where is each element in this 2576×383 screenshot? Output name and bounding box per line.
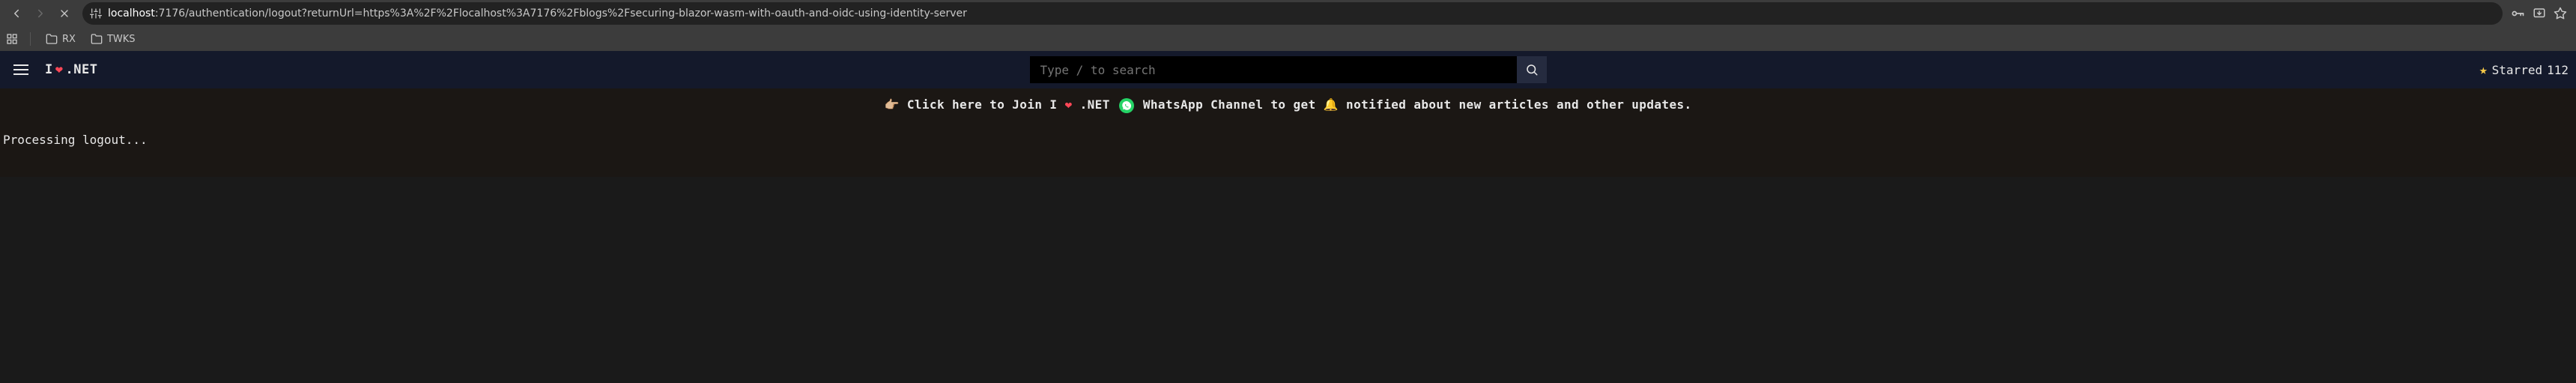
search-icon xyxy=(1525,63,1539,76)
page-content: Processing logout... xyxy=(0,122,2576,177)
starred-button[interactable]: ★ Starred 112 xyxy=(2479,62,2569,78)
banner-text: .NET xyxy=(1080,97,1110,112)
star-icon: ★ xyxy=(2479,62,2488,78)
chrome-right-icons xyxy=(2510,6,2570,21)
bookmark-folder-twks[interactable]: TWKS xyxy=(88,31,139,46)
folder-icon xyxy=(46,33,58,45)
bell-icon: 🔔 xyxy=(1324,97,1339,112)
url-text: localhost:7176/authentication/logout?ret… xyxy=(108,7,2495,19)
address-bar[interactable]: localhost:7176/authentication/logout?ret… xyxy=(82,2,2503,25)
stop-button[interactable] xyxy=(54,3,75,24)
starred-label: Starred xyxy=(2492,63,2542,77)
url-path: :7176/authentication/logout?returnUrl=ht… xyxy=(155,7,967,19)
search-wrap xyxy=(1030,56,1547,83)
banner-text: notified about new articles and other up… xyxy=(1346,97,1692,112)
password-key-icon[interactable] xyxy=(2510,6,2525,21)
banner-text: Click here to Join I xyxy=(907,97,1058,112)
url-host: localhost xyxy=(108,7,155,19)
heart-icon: ❤ xyxy=(55,62,64,77)
brand-prefix: I xyxy=(45,62,53,77)
bookmark-star-icon[interactable] xyxy=(2554,7,2567,20)
whatsapp-banner[interactable]: 👉🏼 Click here to Join I ❤ .NET WhatsApp … xyxy=(0,88,2576,122)
heart-icon: ❤ xyxy=(1065,97,1073,112)
logout-status-text: Processing logout... xyxy=(3,133,148,147)
browser-nav-row: localhost:7176/authentication/logout?ret… xyxy=(0,0,2576,27)
search-input[interactable] xyxy=(1030,56,1517,83)
menu-button[interactable] xyxy=(7,56,34,83)
bookmarks-bar: RX TWKS xyxy=(0,27,2576,51)
bookmark-label: TWKS xyxy=(107,34,136,45)
brand-suffix: .NET xyxy=(66,62,98,77)
install-app-icon[interactable] xyxy=(2533,7,2546,20)
browser-chrome: localhost:7176/authentication/logout?ret… xyxy=(0,0,2576,51)
bookmarks-separator xyxy=(30,32,31,46)
starred-count: 112 xyxy=(2547,63,2569,77)
point-right-icon: 👉🏼 xyxy=(884,97,899,112)
whatsapp-icon xyxy=(1119,98,1134,113)
bookmark-label: RX xyxy=(62,34,76,45)
back-button[interactable] xyxy=(6,3,27,24)
banner-text: WhatsApp Channel to get xyxy=(1143,97,1316,112)
site-settings-icon[interactable] xyxy=(90,7,102,19)
bookmark-folder-rx[interactable]: RX xyxy=(43,31,79,46)
forward-button[interactable] xyxy=(30,3,51,24)
brand-logo[interactable]: I ❤ .NET xyxy=(45,62,97,77)
app-header: I ❤ .NET ★ Starred 112 xyxy=(0,51,2576,88)
folder-icon xyxy=(91,33,103,45)
apps-grid-icon[interactable] xyxy=(6,33,18,45)
search-button[interactable] xyxy=(1517,56,1547,83)
